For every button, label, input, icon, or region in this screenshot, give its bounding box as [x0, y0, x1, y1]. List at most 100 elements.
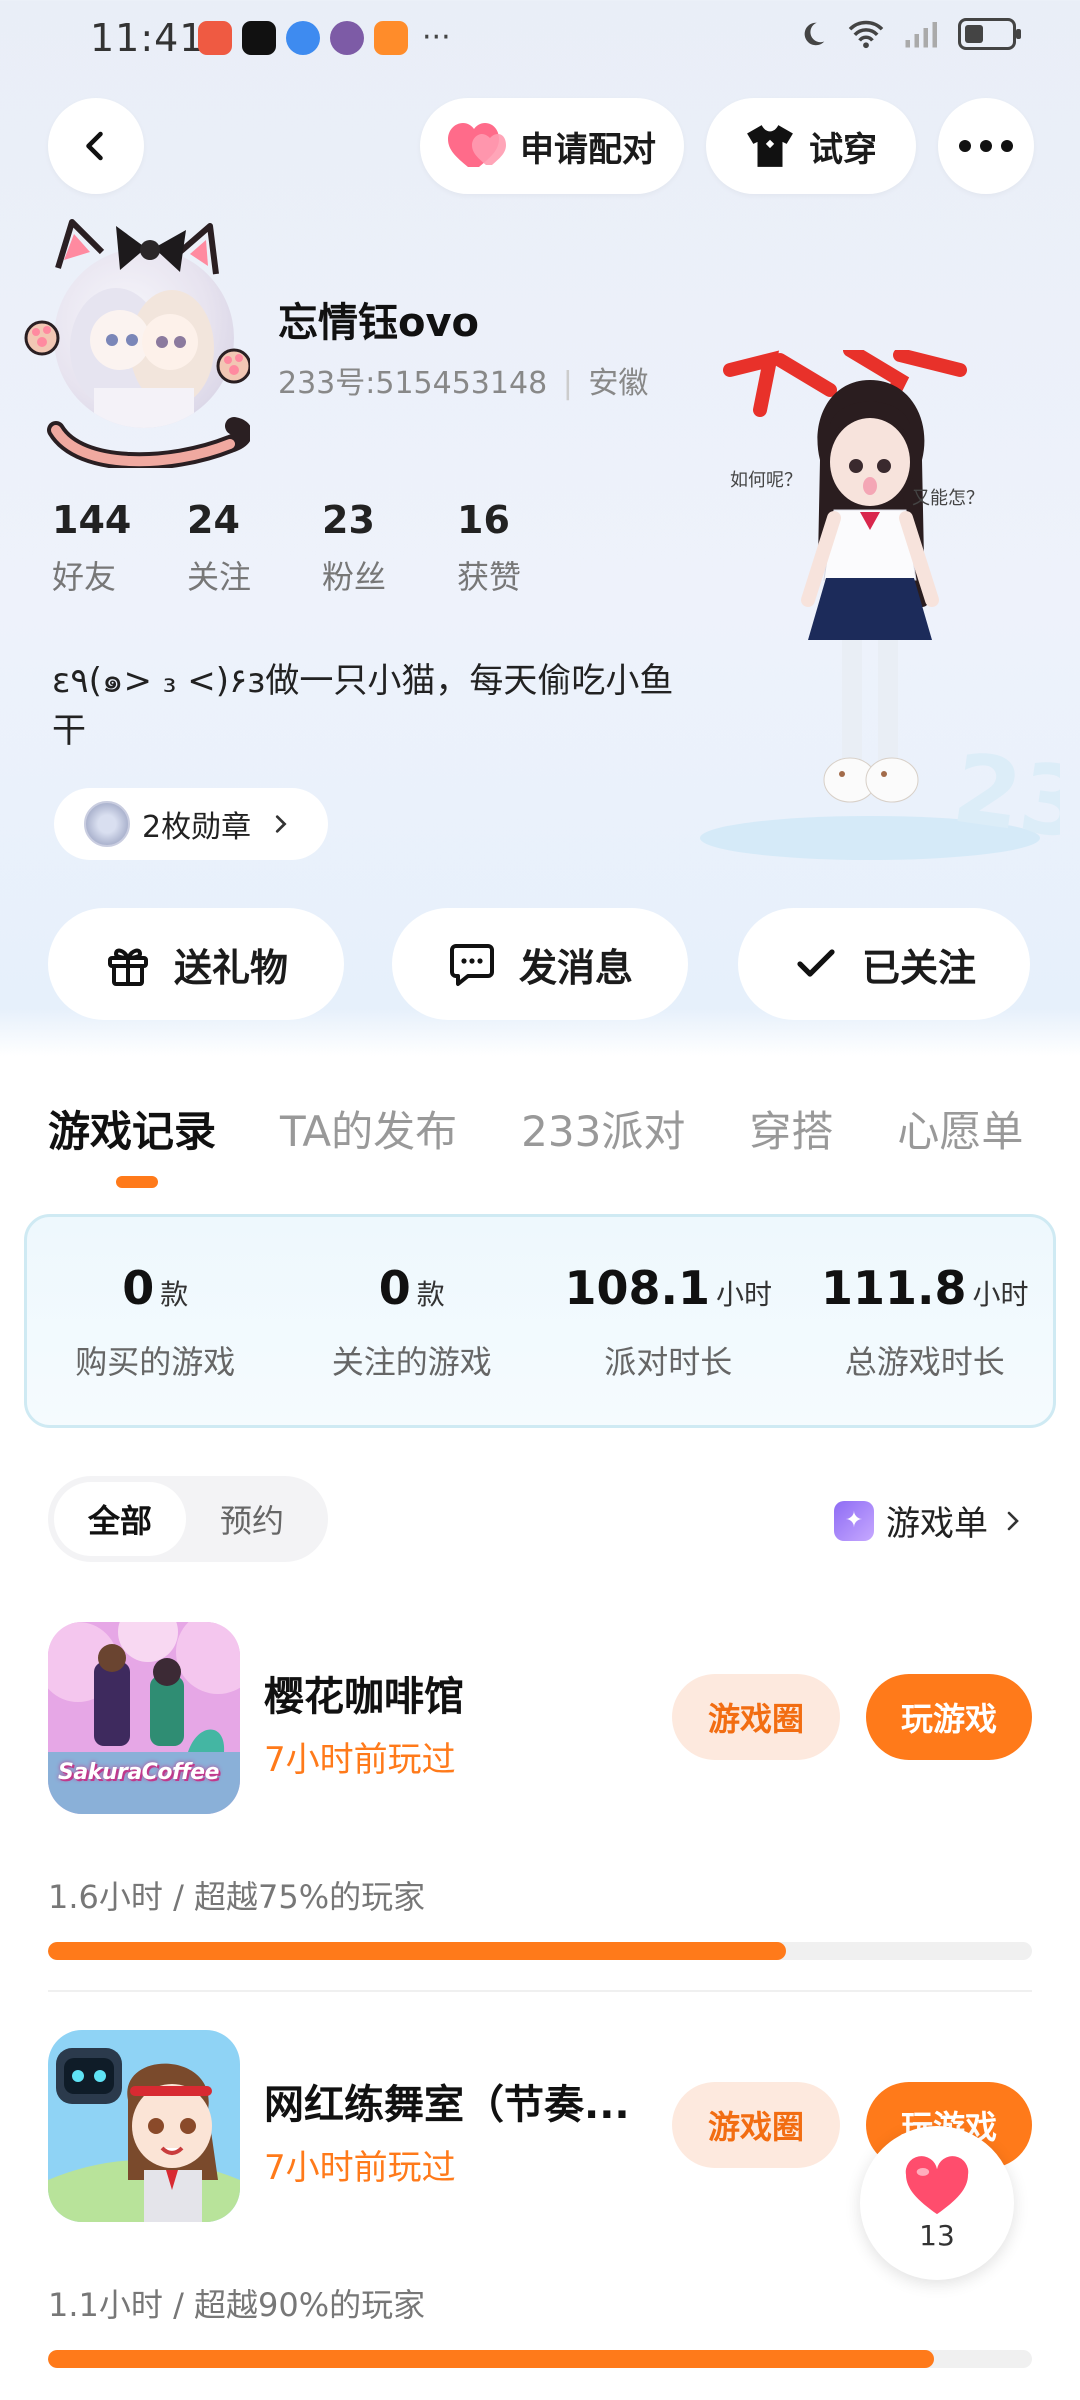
game-play-stat: 1.6小时 / 超越75%的玩家 — [48, 1878, 426, 1916]
avatar-app-icon — [330, 20, 364, 55]
chevron-right-icon — [1007, 1511, 1019, 1530]
list-divider — [48, 1990, 1032, 1992]
followed-label: 已关注 — [861, 945, 976, 990]
summary-party-time[interactable]: 108.1 小时 派对时长 — [540, 1217, 797, 1425]
stat-label: 获赞 — [457, 558, 522, 596]
user-id: 233号:515453148 — [278, 366, 548, 401]
tab-wishlist[interactable]: 心愿单 — [897, 1098, 1023, 1159]
wifi-icon — [848, 20, 884, 49]
game-name: 樱花咖啡馆 — [264, 1674, 464, 1720]
stat-friends[interactable]: 144 好友 — [52, 498, 187, 598]
summary-total-play-time[interactable]: 111.8 小时 总游戏时长 — [797, 1217, 1054, 1425]
tab-game-records[interactable]: 游戏记录 — [48, 1098, 216, 1159]
game-item[interactable]: SakuraCoffee 樱花咖啡馆 7小时前玩过 游戏圈 玩游戏 1.6小时 … — [48, 1622, 1032, 2002]
more-dots-icon — [959, 140, 1013, 152]
game-list-label: 游戏单 — [886, 1504, 988, 1544]
video-app-icon — [374, 20, 408, 55]
heart-icon — [905, 2155, 969, 2214]
like-count: 13 — [919, 2218, 955, 2252]
summary-value: 0 — [122, 1261, 155, 1315]
stat-label: 关注 — [187, 558, 252, 596]
huawei-app-icon — [198, 20, 232, 55]
profile-bio: ε٩(๑> ₃ <)۶з做一只小猫，每天偷吃小鱼干 — [52, 661, 674, 751]
stat-fans[interactable]: 23 粉丝 — [322, 498, 457, 598]
summary-value: 0 — [378, 1261, 411, 1315]
request-match-label: 申请配对 — [520, 129, 656, 170]
tiktok-icon — [242, 20, 276, 55]
game-thumbnail[interactable]: SakuraCoffee — [48, 1622, 240, 1814]
stat-likes[interactable]: 16 获赞 — [457, 498, 592, 598]
sakura-coffee-art — [48, 1622, 240, 1814]
filter-reserved[interactable]: 预约 — [186, 1482, 318, 1556]
send-message-button[interactable]: 发消息 — [392, 908, 688, 1020]
profile-stats: 144 好友 24 关注 23 粉丝 16 获赞 — [52, 498, 592, 598]
send-gift-label: 送礼物 — [173, 945, 288, 990]
game-progress-fill — [48, 1942, 786, 1960]
character-art: 233 — [700, 343, 1080, 871]
cat-ears-decoration — [24, 219, 250, 468]
heart-icon — [448, 123, 506, 167]
send-gift-button[interactable]: 送礼物 — [48, 908, 344, 1020]
game-progress-bar — [48, 2350, 1032, 2368]
summary-value: 111.8 — [820, 1261, 967, 1315]
battery-icon — [958, 18, 1021, 50]
chevron-right-icon — [275, 815, 287, 833]
stat-value: 144 — [52, 498, 132, 542]
tab-bar: 游戏记录 TA的发布 233派对 穿搭 心愿单 — [48, 1098, 1023, 1159]
stat-following[interactable]: 24 关注 — [187, 498, 322, 598]
followed-button[interactable]: 已关注 — [738, 908, 1030, 1020]
username: 忘情钰ovo — [278, 300, 480, 346]
game-name: 网红练舞室（节奏... — [264, 2082, 630, 2128]
status-bar: 11:41 ··· — [0, 0, 1080, 80]
gift-icon — [107, 948, 148, 986]
game-filter-toggle: 全部 预约 — [48, 1476, 328, 1562]
send-message-label: 发消息 — [518, 945, 633, 990]
summary-label: 购买的游戏 — [75, 1343, 236, 1381]
game-last-played: 7小时前玩过 — [264, 1740, 456, 1780]
try-on-button[interactable]: 试穿 — [706, 98, 916, 194]
more-notifications-icon: ··· — [422, 20, 451, 55]
summary-label: 关注的游戏 — [331, 1343, 492, 1381]
status-time: 11:41 — [90, 16, 205, 60]
game-circle-button[interactable]: 游戏圈 — [672, 2082, 840, 2168]
dance-studio-art — [48, 2030, 240, 2222]
stat-value: 24 — [187, 498, 240, 542]
summary-followed-games[interactable]: 0款 关注的游戏 — [284, 1217, 541, 1425]
tab-posts[interactable]: TA的发布 — [280, 1098, 457, 1159]
character-illustration[interactable]: 233 如何呢？ 又能怎？ — [700, 343, 1080, 871]
game-last-played: 7小时前玩过 — [264, 2148, 456, 2188]
stat-label: 粉丝 — [322, 558, 387, 596]
user-id-line: 233号:515453148 | 安徽 — [278, 358, 648, 402]
summary-unit: 款 — [416, 1278, 445, 1311]
summary-unit: 款 — [160, 1278, 189, 1311]
back-button[interactable] — [48, 98, 144, 194]
tab-outfits[interactable]: 穿搭 — [749, 1098, 833, 1159]
game-progress-bar — [48, 1942, 1032, 1960]
character-caption-right: 又能怎？ — [912, 488, 984, 509]
browser-icon — [286, 20, 320, 55]
filter-all[interactable]: 全部 — [54, 1482, 186, 1556]
chat-bubble-icon — [449, 944, 494, 986]
medals-button[interactable]: 2枚勋章 — [54, 788, 328, 860]
summary-label: 派对时长 — [604, 1343, 733, 1381]
summary-purchased-games[interactable]: 0款 购买的游戏 — [27, 1217, 284, 1425]
tshirt-icon — [747, 125, 793, 167]
play-game-button[interactable]: 玩游戏 — [866, 1674, 1032, 1760]
more-button[interactable] — [938, 98, 1034, 194]
game-thumbnail[interactable] — [48, 2030, 240, 2222]
game-progress-fill — [48, 2350, 934, 2368]
summary-unit: 小时 — [972, 1278, 1029, 1311]
character-caption-left: 如何呢？ — [730, 470, 802, 491]
game-list-link[interactable]: ✦ 游戏单 — [834, 1496, 1024, 1545]
try-on-label: 试穿 — [809, 129, 877, 170]
stat-value: 23 — [322, 498, 375, 542]
game-thumbnail-title: SakuraCoffee — [58, 1760, 219, 1785]
request-match-button[interactable]: 申请配对 — [420, 98, 684, 194]
tab-party[interactable]: 233派对 — [521, 1098, 685, 1159]
uid-separator: | — [562, 366, 573, 401]
like-fab[interactable]: 13 — [860, 2126, 1014, 2280]
avatar-frame[interactable] — [20, 208, 250, 468]
medal-icon — [84, 801, 130, 847]
game-circle-button[interactable]: 游戏圈 — [672, 1674, 840, 1760]
moon-icon — [804, 22, 825, 46]
